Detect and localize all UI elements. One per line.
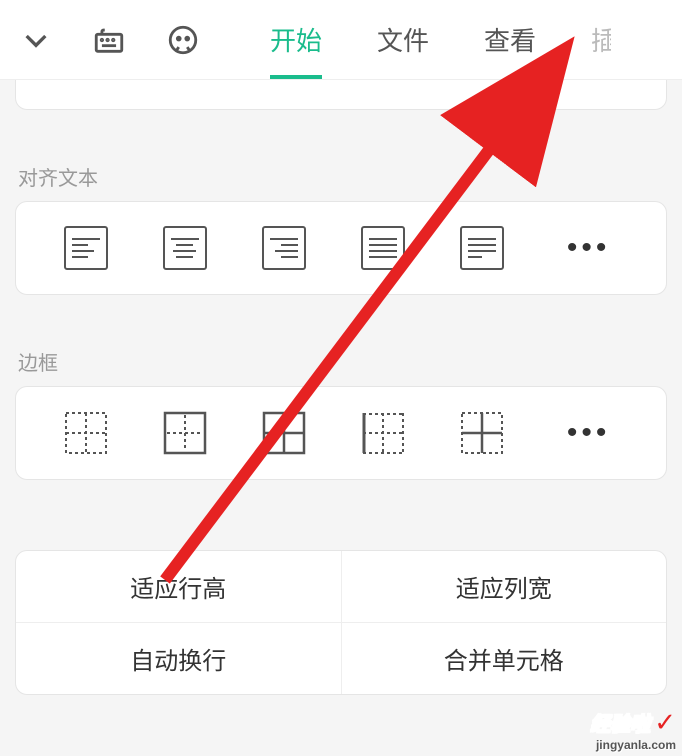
watermark-brand: 经验啦 [590,708,650,737]
tab-insert-partial[interactable]: 插 [591,0,611,79]
fit-col-width-button[interactable]: 适应列宽 [341,551,667,622]
border-inner-button[interactable] [460,411,504,455]
chevron-down-icon[interactable] [20,24,52,56]
align-left-button[interactable] [64,226,108,270]
align-justify-left-button[interactable] [460,226,504,270]
assistant-icon[interactable] [166,23,200,57]
align-center-button[interactable] [163,226,207,270]
border-all-button[interactable] [262,411,306,455]
merge-cells-button[interactable]: 合并单元格 [341,623,667,694]
check-icon: ✓ [654,707,676,737]
tab-view[interactable]: 查看 [484,0,536,79]
border-none-button[interactable] [64,411,108,455]
tab-start[interactable]: 开始 [270,0,322,79]
card-stub [15,80,667,110]
align-justify-button[interactable] [361,226,405,270]
border-section-label: 边框 [0,347,682,386]
keyboard-icon[interactable] [92,23,126,57]
watermark: 经验啦✓ jingyanla.com [590,707,676,752]
tab-file[interactable]: 文件 [377,0,429,79]
border-card: ••• [15,386,667,480]
word-wrap-button[interactable]: 自动换行 [16,623,341,694]
align-more-button[interactable]: ••• [559,231,619,265]
border-left-button[interactable] [361,411,405,455]
align-section-label: 对齐文本 [0,162,682,201]
watermark-url: jingyanla.com [590,738,676,752]
align-right-button[interactable] [262,226,306,270]
fit-row-height-button[interactable]: 适应行高 [16,551,341,622]
border-outer-button[interactable] [163,411,207,455]
align-card: ••• [15,201,667,295]
cell-options-card: 适应行高 适应列宽 自动换行 合并单元格 [15,550,667,695]
border-more-button[interactable]: ••• [559,416,619,450]
